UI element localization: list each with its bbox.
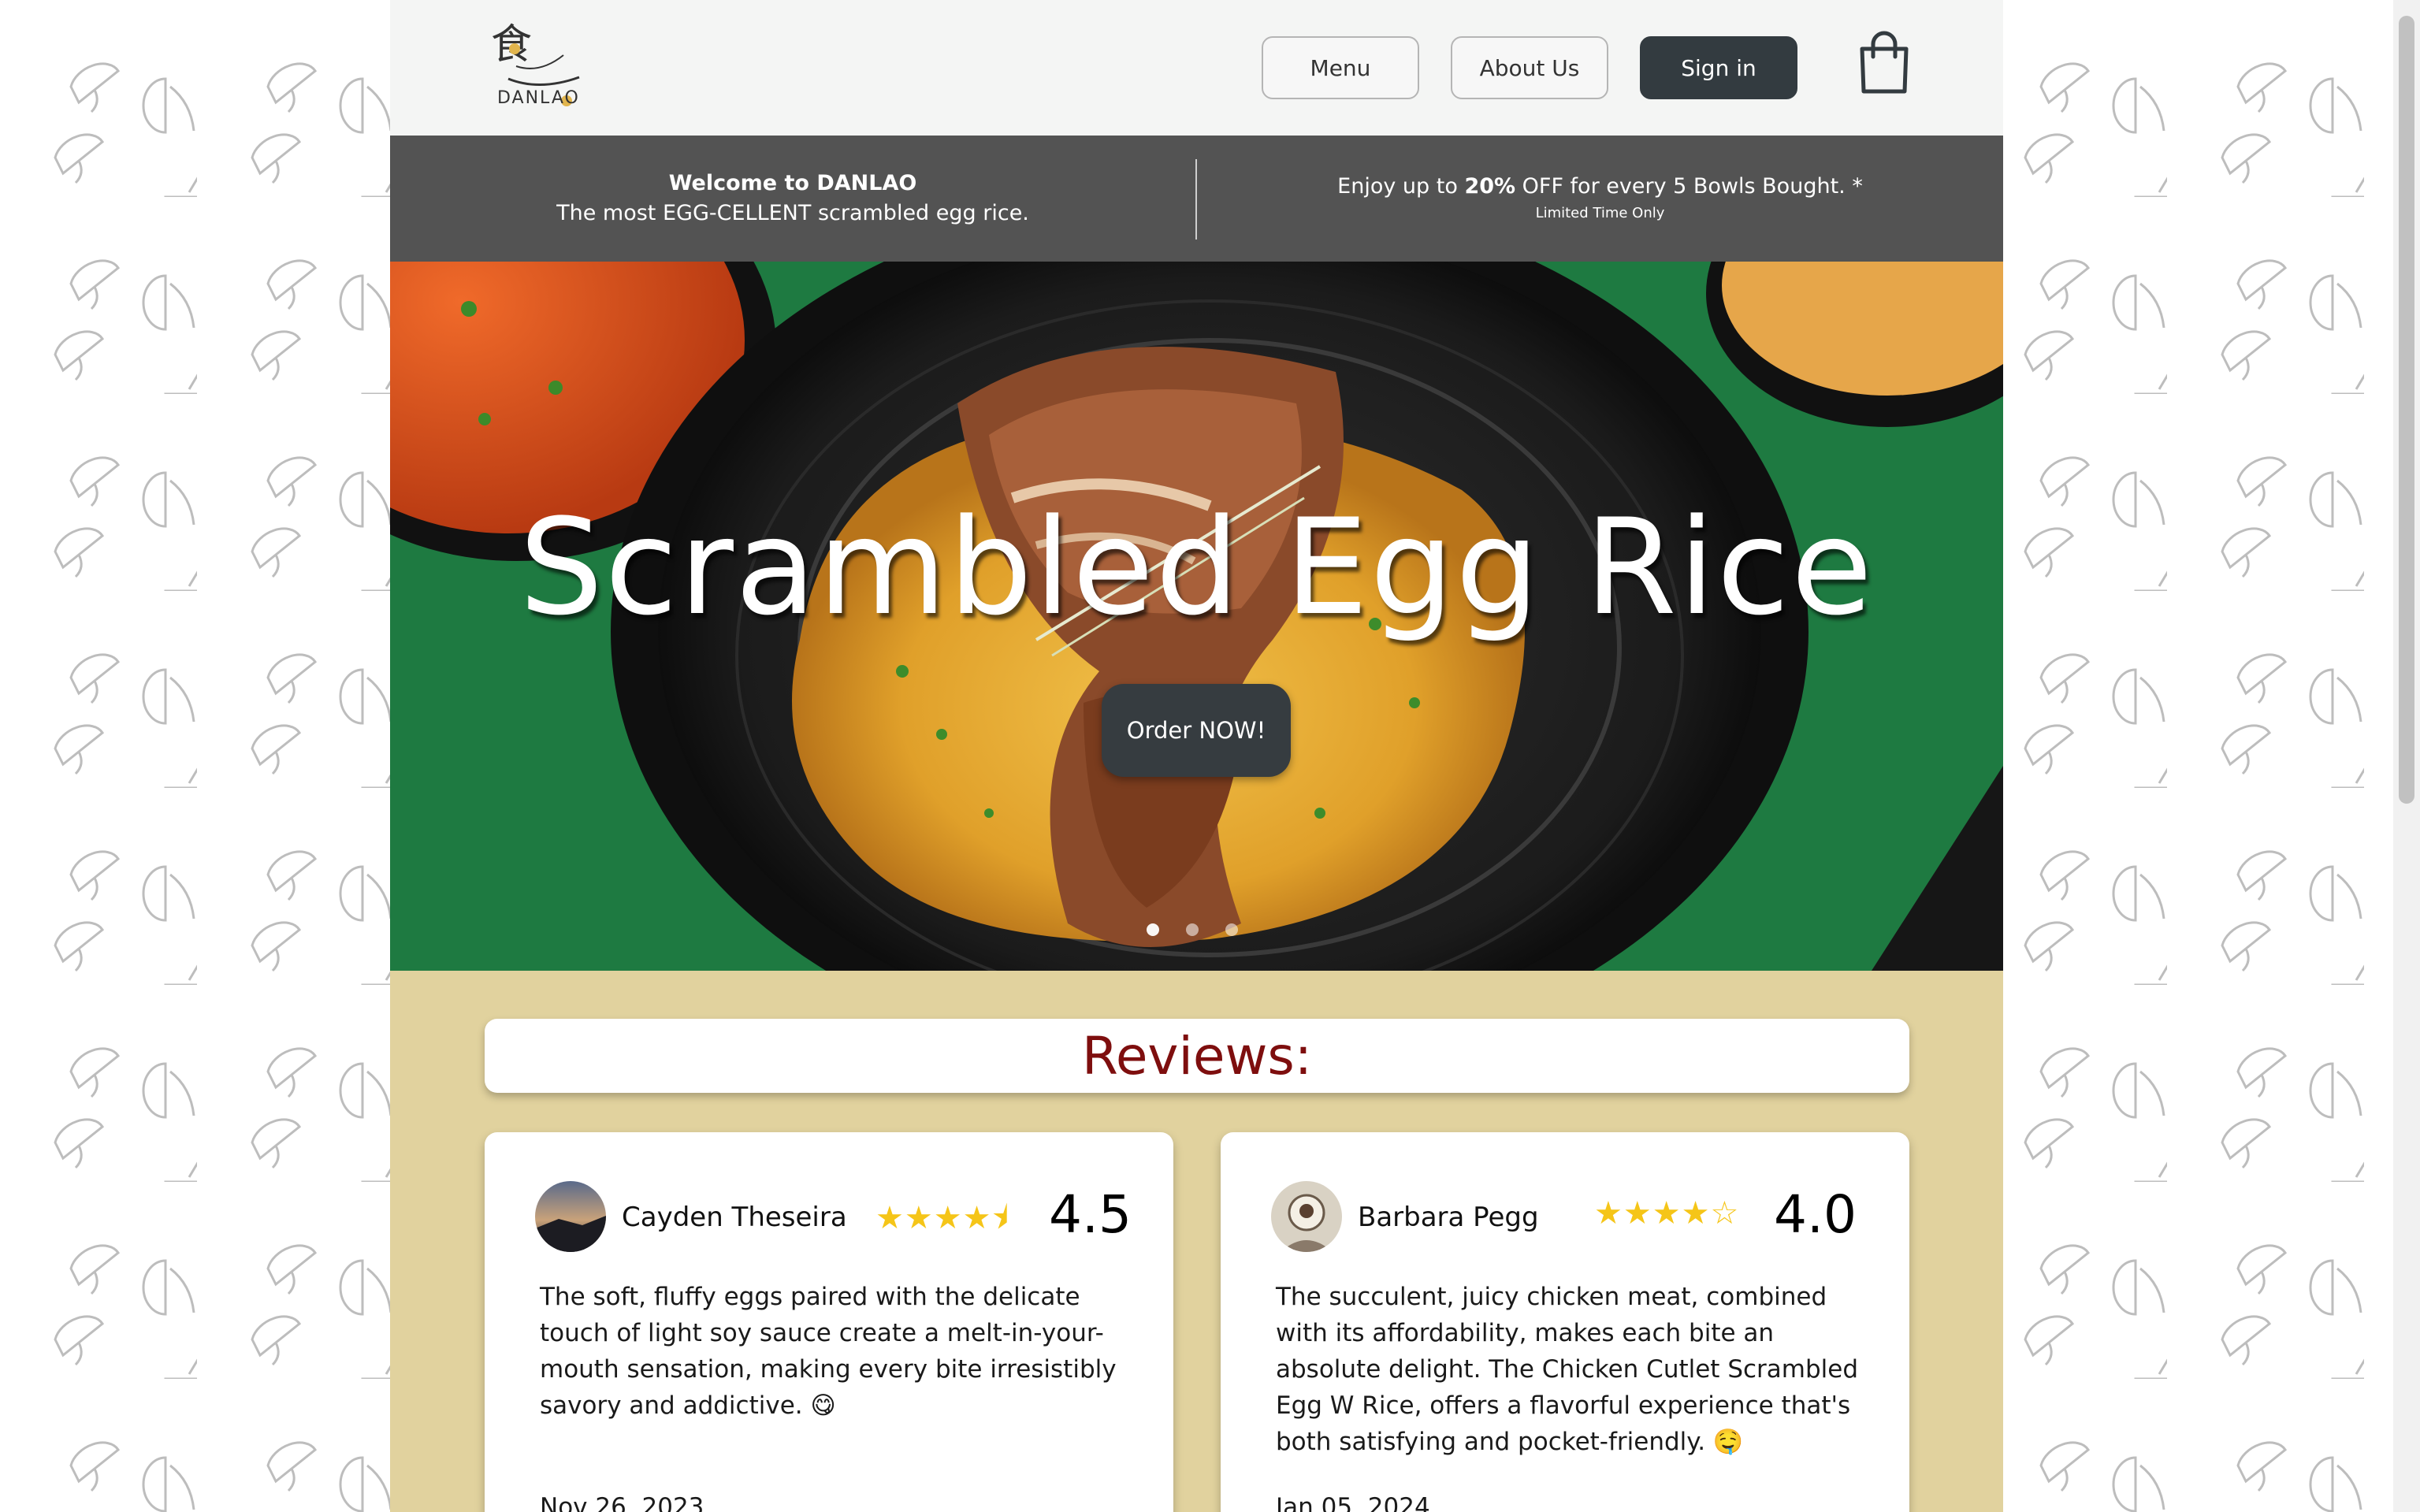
carousel-dot-2[interactable]	[1186, 923, 1199, 936]
hero-title: Scrambled Egg Rice	[519, 490, 1875, 645]
rating-value: 4.5	[1049, 1184, 1132, 1245]
page-scrollbar[interactable]	[2393, 0, 2420, 1512]
avatar	[1271, 1181, 1342, 1252]
avatar	[535, 1181, 606, 1252]
reviewer-name: Barbara Pegg	[1358, 1202, 1539, 1233]
rating-value: 4.0	[1774, 1184, 1857, 1245]
brand-name: DANLAO	[497, 88, 580, 108]
scrollbar-thumb[interactable]	[2399, 16, 2414, 804]
site-header: 食 DANLAO Menu About Us Sign in	[390, 0, 2003, 137]
review-card: Cayden Theseira ★★★★⯨ 4.5 The soft, fluf…	[485, 1132, 1173, 1512]
hero-carousel: Scrambled Egg Rice Order NOW!	[390, 262, 2003, 971]
offer-post: OFF for every 5 Bowls Bought. *	[1515, 174, 1863, 199]
menu-button[interactable]: Menu	[1262, 36, 1419, 99]
review-date: Jan 05, 2024	[1276, 1493, 1430, 1512]
offer-block: Enjoy up to 20% OFF for every 5 Bowls Bo…	[1197, 136, 2003, 262]
review-card: Barbara Pegg ★★★★☆ 4.0 The succulent, ju…	[1221, 1132, 1909, 1512]
reviews-heading: Reviews:	[485, 1019, 1909, 1093]
order-now-button[interactable]: Order NOW!	[1102, 684, 1291, 777]
welcome-subtitle: The most EGG-CELLENT scrambled egg rice.	[556, 201, 1029, 225]
page-column: 食 DANLAO Menu About Us Sign in Welcome t…	[390, 0, 2003, 1512]
sign-in-button[interactable]: Sign in	[1640, 36, 1797, 99]
offer-note: Limited Time Only	[1535, 205, 1665, 221]
offer-pre: Enjoy up to	[1337, 174, 1465, 199]
shopping-bag-icon[interactable]	[1857, 30, 1911, 95]
welcome-title: Welcome to DANLAO	[668, 171, 917, 195]
star-rating-icon: ★★★★☆	[1594, 1195, 1740, 1232]
offer-text: Enjoy up to 20% OFF for every 5 Bowls Bo…	[1337, 172, 1863, 202]
carousel-dot-1[interactable]	[1147, 923, 1159, 936]
review-date: Nov 26, 2023	[540, 1493, 704, 1512]
review-text: The succulent, juicy chicken meat, combi…	[1276, 1283, 1859, 1456]
welcome-block: Welcome to DANLAO The most EGG-CELLENT s…	[390, 136, 1195, 262]
star-rating-icon: ★★★★⯨	[875, 1200, 1009, 1236]
promo-strip: Welcome to DANLAO The most EGG-CELLENT s…	[390, 136, 2003, 262]
review-text: The soft, fluffy eggs paired with the de…	[540, 1283, 1117, 1420]
carousel-dot-3[interactable]	[1225, 923, 1238, 936]
reviewer-name: Cayden Theseira	[622, 1202, 847, 1233]
offer-percent: 20%	[1464, 174, 1516, 199]
about-us-button[interactable]: About Us	[1451, 36, 1608, 99]
carousel-indicators	[1147, 923, 1238, 936]
